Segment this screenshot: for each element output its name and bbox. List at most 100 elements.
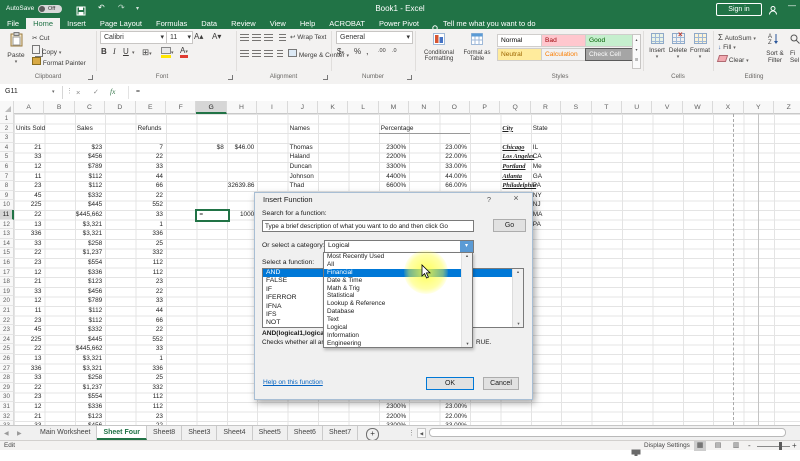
cell-M8[interactable]: 6600% bbox=[380, 181, 406, 191]
name-box[interactable]: G11 bbox=[5, 88, 18, 95]
sheet-tab-sheet8[interactable]: Sheet8 bbox=[147, 426, 182, 440]
cell-A27[interactable]: 336 bbox=[15, 364, 41, 374]
align-top-icon[interactable] bbox=[240, 34, 249, 41]
column-header-H[interactable]: H bbox=[227, 101, 257, 114]
row-header-29[interactable]: 29 bbox=[0, 383, 14, 393]
cell-A15[interactable]: 22 bbox=[15, 248, 41, 258]
cell-E5[interactable]: 22 bbox=[137, 152, 163, 162]
zoom-in-button[interactable]: + bbox=[792, 441, 797, 450]
cell-A17[interactable]: 12 bbox=[15, 268, 41, 278]
cell-C11[interactable]: $445,662 bbox=[76, 210, 102, 220]
column-header-A[interactable]: A bbox=[14, 101, 44, 114]
underline-button[interactable]: U bbox=[123, 47, 129, 56]
cell-J6[interactable]: Duncan bbox=[290, 162, 312, 172]
column-header-B[interactable]: B bbox=[44, 101, 74, 114]
column-header-O[interactable]: O bbox=[440, 101, 470, 114]
row-header-2[interactable]: 2 bbox=[0, 124, 14, 134]
row-header-24[interactable]: 24 bbox=[0, 335, 14, 345]
column-header-F[interactable]: F bbox=[166, 101, 196, 114]
column-header-Z[interactable]: Z bbox=[774, 101, 800, 114]
cell-O31[interactable]: 23.00% bbox=[441, 402, 467, 412]
cell-E30[interactable]: 112 bbox=[137, 392, 163, 402]
cell-C8[interactable]: $112 bbox=[76, 181, 102, 191]
select-all-corner[interactable] bbox=[0, 101, 14, 114]
dropdown-scrollbar[interactable]: ▴ ▾ bbox=[461, 253, 472, 347]
category-dropdown-icon[interactable]: ▾ bbox=[460, 241, 473, 252]
cell-C9[interactable]: $332 bbox=[76, 191, 102, 201]
cell-M7[interactable]: 4400% bbox=[380, 172, 406, 182]
cell-C18[interactable]: $123 bbox=[76, 277, 102, 287]
cell-E15[interactable]: 332 bbox=[137, 248, 163, 258]
selected-cell-G11[interactable]: = bbox=[195, 209, 229, 222]
row-header-26[interactable]: 26 bbox=[0, 354, 14, 364]
wrap-text-button[interactable]: ↩ Wrap Text bbox=[290, 33, 326, 41]
cancel-entry-icon[interactable]: × bbox=[76, 88, 80, 97]
format-as-table-button[interactable]: Format as Table bbox=[459, 32, 495, 62]
row-header-12[interactable]: 12 bbox=[0, 220, 14, 230]
cell-A16[interactable]: 23 bbox=[15, 258, 41, 268]
ok-button[interactable]: OK bbox=[426, 377, 474, 390]
cell-C12[interactable]: $3,321 bbox=[76, 220, 102, 230]
row-header-18[interactable]: 18 bbox=[0, 277, 14, 287]
cell-C32[interactable]: $123 bbox=[76, 412, 102, 422]
cell-E26[interactable]: 1 bbox=[137, 354, 163, 364]
cell-C6[interactable]: $789 bbox=[76, 162, 102, 172]
cell-R9[interactable]: NY bbox=[533, 191, 542, 201]
copy-button[interactable]: Copy ▾ bbox=[32, 45, 61, 56]
cell-A18[interactable]: 21 bbox=[15, 277, 41, 287]
clear-button[interactable]: Clear ▾ bbox=[718, 55, 749, 64]
ribbon-tab-file[interactable]: File bbox=[0, 18, 26, 29]
cell-O32[interactable]: 22.00% bbox=[441, 412, 467, 422]
cell-E22[interactable]: 66 bbox=[137, 316, 163, 326]
cell-style-normal[interactable]: Normal bbox=[497, 34, 545, 47]
cell-M32[interactable]: 2200% bbox=[380, 412, 406, 422]
cell-E29[interactable]: 332 bbox=[137, 383, 163, 393]
go-button[interactable]: Go bbox=[493, 219, 526, 232]
ribbon-tab-formulas[interactable]: Formulas bbox=[149, 18, 194, 29]
row-header-7[interactable]: 7 bbox=[0, 172, 14, 182]
row-header-22[interactable]: 22 bbox=[0, 316, 14, 326]
clipboard-dialog-launcher[interactable] bbox=[88, 75, 93, 80]
cancel-button[interactable]: Cancel bbox=[483, 377, 519, 390]
ribbon-tab-review[interactable]: Review bbox=[224, 18, 263, 29]
cell-C20[interactable]: $789 bbox=[76, 296, 102, 306]
row-header-1[interactable]: 1 bbox=[0, 114, 14, 124]
row-header-17[interactable]: 17 bbox=[0, 268, 14, 278]
underline-dropdown-icon[interactable]: ▾ bbox=[132, 50, 135, 56]
decrease-indent-icon[interactable] bbox=[277, 50, 283, 57]
cell-A30[interactable]: 23 bbox=[15, 392, 41, 402]
ribbon-tab-view[interactable]: View bbox=[263, 18, 293, 29]
cell-style-check-cell[interactable]: Check Cell bbox=[585, 48, 633, 61]
cell-E19[interactable]: 22 bbox=[137, 287, 163, 297]
percent-style-button[interactable]: % bbox=[354, 47, 361, 56]
help-on-function-link[interactable]: Help on this function bbox=[263, 379, 323, 386]
cell-E16[interactable]: 112 bbox=[137, 258, 163, 268]
cell-R12[interactable]: PA bbox=[533, 220, 541, 230]
cell-A9[interactable]: 45 bbox=[15, 191, 41, 201]
cell-A11[interactable]: 22 bbox=[15, 210, 41, 220]
row-header-13[interactable]: 13 bbox=[0, 229, 14, 239]
cell-C30[interactable]: $554 bbox=[76, 392, 102, 402]
sheet-tab-main-worksheet[interactable]: Main Worksheet bbox=[34, 426, 97, 440]
cell-E18[interactable]: 23 bbox=[137, 277, 163, 287]
find-select-button[interactable]: Fi Sel bbox=[790, 32, 800, 64]
row-header-20[interactable]: 20 bbox=[0, 296, 14, 306]
cell-H8[interactable]: 32639.86 bbox=[228, 181, 254, 191]
sheet-tab-sheet7[interactable]: Sheet7 bbox=[323, 426, 358, 440]
borders-button[interactable]: ⊞▾ bbox=[142, 47, 152, 58]
row-header-10[interactable]: 10 bbox=[0, 200, 14, 210]
cell-C10[interactable]: $445 bbox=[76, 200, 102, 210]
ribbon-tab-page-layout[interactable]: Page Layout bbox=[93, 18, 149, 29]
dropdown-scroll-down-icon[interactable]: ▾ bbox=[462, 341, 473, 347]
ribbon-tab-power-pivot[interactable]: Power Pivot bbox=[372, 18, 426, 29]
cell-A25[interactable]: 22 bbox=[15, 344, 41, 354]
cell-R11[interactable]: MA bbox=[533, 210, 543, 220]
column-header-X[interactable]: X bbox=[713, 101, 743, 114]
cell-E8[interactable]: 66 bbox=[137, 181, 163, 191]
column-header-G[interactable]: G bbox=[196, 101, 226, 114]
enter-entry-icon[interactable]: ✓ bbox=[93, 88, 99, 96]
cell-E31[interactable]: 112 bbox=[137, 402, 163, 412]
hscroll-thumb[interactable] bbox=[429, 428, 786, 437]
column-header-L[interactable]: L bbox=[348, 101, 378, 114]
cell-C13[interactable]: $3,321 bbox=[76, 229, 102, 239]
